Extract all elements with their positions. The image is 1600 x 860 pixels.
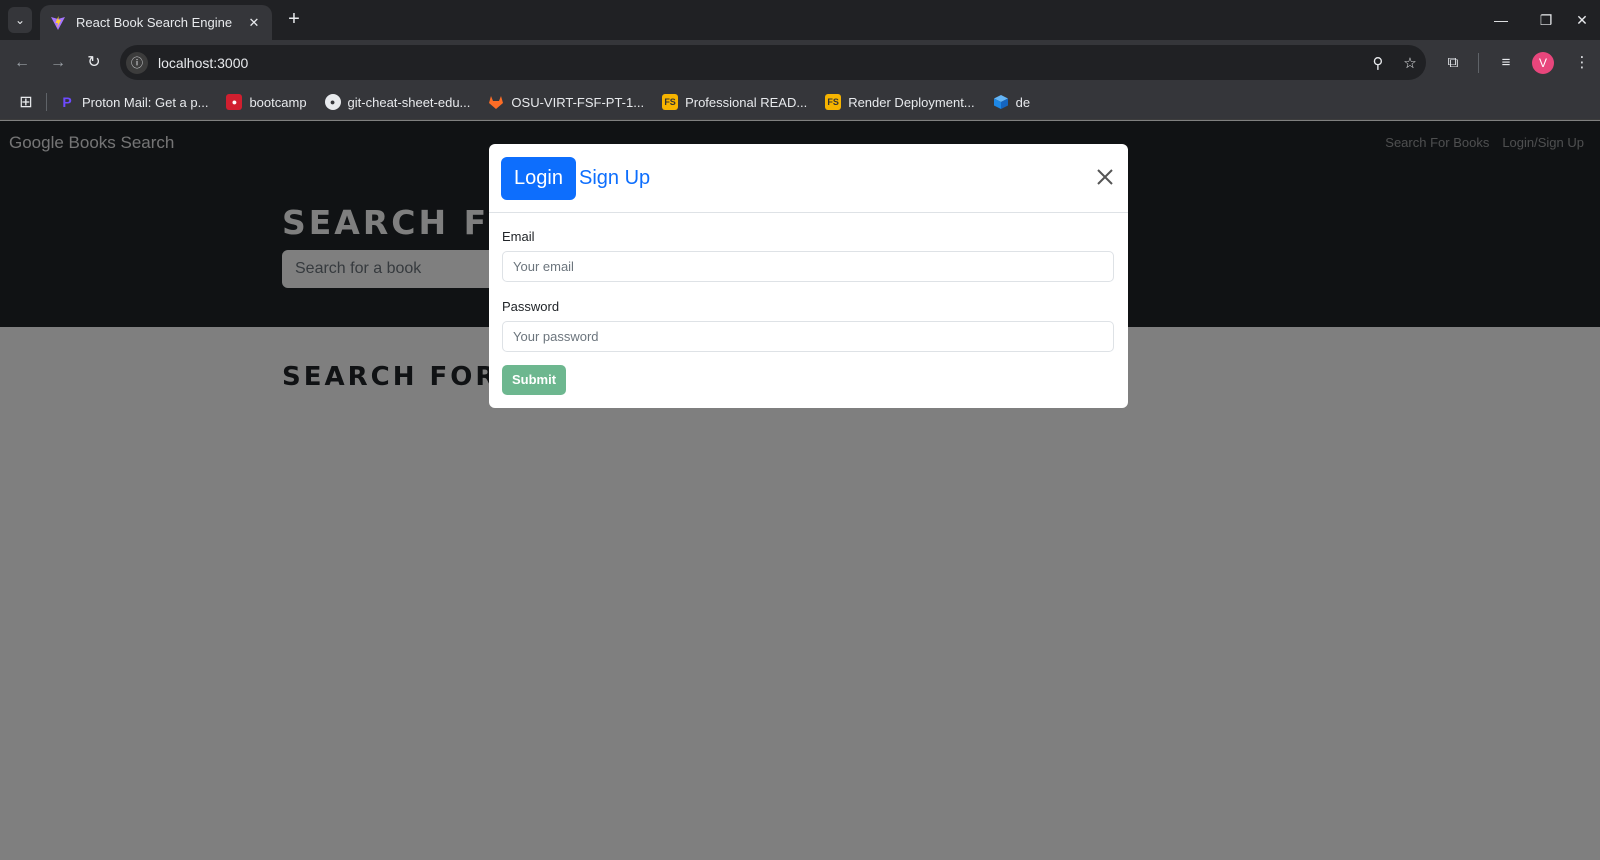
apps-grid-icon[interactable]: ⊞ <box>16 92 36 112</box>
zoom-icon[interactable]: ⚲ <box>1362 54 1394 72</box>
bookmark-label: Professional READ... <box>685 94 808 110</box>
profile-avatar[interactable]: V <box>1532 52 1554 74</box>
bookmark-label: bootcamp <box>249 94 307 110</box>
site-info-icon[interactable]: ⓘ <box>126 51 148 74</box>
submit-button[interactable]: Submit <box>502 365 566 395</box>
back-button[interactable]: ← <box>9 50 35 76</box>
bookmark-professional-readme[interactable]: FS Professional READ... <box>662 94 807 110</box>
email-field[interactable]: Your email <box>502 251 1114 282</box>
address-bar[interactable]: ⓘ localhost:3000 ⚲ ☆ <box>120 45 1426 80</box>
bookmark-de[interactable]: de <box>993 94 1030 110</box>
github-icon: ● <box>324 94 341 110</box>
bootcamp-icon: ● <box>226 94 243 110</box>
tab-search-button[interactable]: ⌄ <box>8 7 32 33</box>
password-field[interactable]: Your password <box>502 321 1114 352</box>
url-text[interactable]: localhost:3000 <box>158 55 1362 71</box>
bookmark-bootcamp[interactable]: ● bootcamp <box>226 94 307 110</box>
tab-close-icon[interactable]: ✕ <box>246 15 262 31</box>
bookmark-label: OSU-VIRT-FSF-PT-1... <box>511 94 645 110</box>
proton-icon: P <box>62 94 72 110</box>
bookmark-label: de <box>1015 94 1031 110</box>
bookmark-render-deployment[interactable]: FS Render Deployment... <box>825 94 975 110</box>
menu-kebab-icon[interactable]: ⋮ <box>1570 51 1594 75</box>
new-tab-button[interactable]: + <box>282 8 306 32</box>
tab-login[interactable]: Login <box>501 157 576 200</box>
toolbar-divider <box>1478 53 1479 73</box>
login-modal: Login Sign Up Email Your email Password … <box>489 144 1128 408</box>
modal-header: Login Sign Up <box>489 144 1128 213</box>
bookmarks-bar: ⊞ P Proton Mail: Get a p... ● bootcamp ●… <box>0 85 1600 120</box>
browser-toolbar: ← → ↻ ⓘ localhost:3000 ⚲ ☆ ⧉ ≡ V ⋮ <box>0 40 1600 85</box>
tab-active[interactable]: React Book Search Engine ✕ <box>40 5 272 40</box>
tab-signup[interactable]: Sign Up <box>566 157 663 200</box>
password-label: Password <box>502 299 560 314</box>
bookmark-proton[interactable]: P Proton Mail: Get a p... <box>59 94 208 110</box>
bookmark-label: Render Deployment... <box>848 94 975 110</box>
close-icon[interactable] <box>1094 166 1116 188</box>
close-window-button[interactable]: ✕ <box>1568 8 1596 32</box>
bookmarks-divider <box>46 93 47 111</box>
gitlab-icon <box>489 96 504 109</box>
bookmark-osu-virt[interactable]: OSU-VIRT-FSF-PT-1... <box>488 94 644 110</box>
bookmark-label: Proton Mail: Get a p... <box>82 94 209 110</box>
reload-button[interactable]: ↻ <box>81 50 107 76</box>
media-controls-icon[interactable]: ≡ <box>1494 51 1518 75</box>
extensions-icon[interactable]: ⧉ <box>1441 51 1465 75</box>
forward-button[interactable]: → <box>45 50 71 76</box>
vite-favicon-icon <box>51 15 65 30</box>
tab-title: React Book Search Engine <box>76 15 233 30</box>
email-label: Email <box>502 229 535 244</box>
bookmark-label: git-cheat-sheet-edu... <box>347 94 471 110</box>
browser-tabstrip: ⌄ React Book Search Engine ✕ + — ❐ ✕ <box>0 0 1600 40</box>
fs-icon: FS <box>825 94 842 110</box>
bookmark-git-cheat-sheet[interactable]: ● git-cheat-sheet-edu... <box>324 94 471 110</box>
restore-button[interactable]: ❐ <box>1532 8 1560 32</box>
cube-icon <box>993 95 1008 109</box>
minimize-button[interactable]: — <box>1487 8 1515 32</box>
fs-icon: FS <box>662 94 679 110</box>
bookmark-star-icon[interactable]: ☆ <box>1394 54 1426 72</box>
